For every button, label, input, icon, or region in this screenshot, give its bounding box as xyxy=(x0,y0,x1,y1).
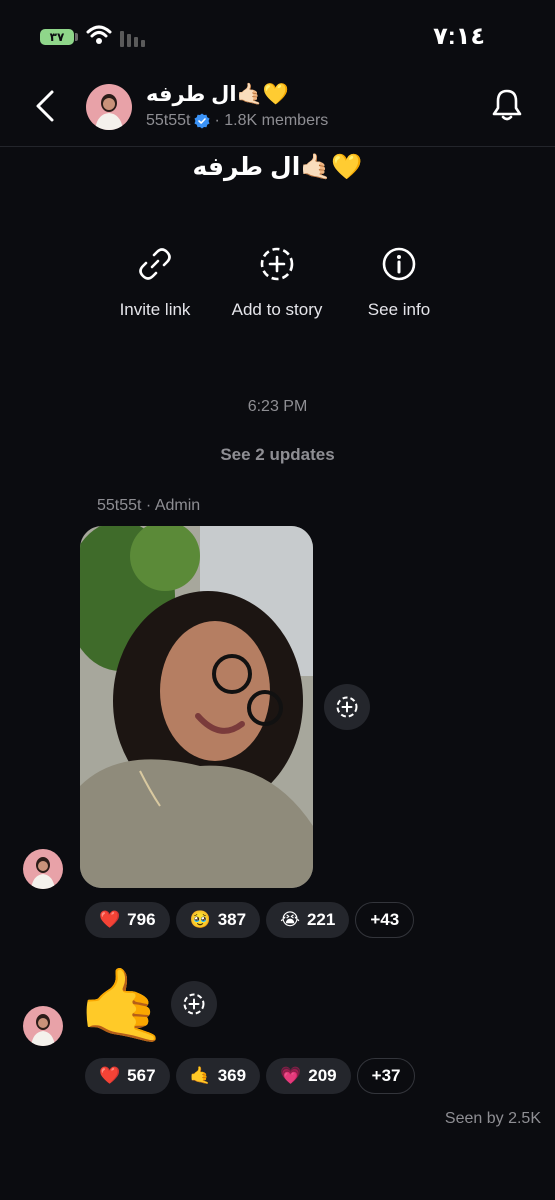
channel-avatar[interactable] xyxy=(86,84,132,130)
back-button[interactable] xyxy=(30,88,60,129)
reaction-emoji: 🤙 xyxy=(189,1066,211,1085)
post1-reactions: ❤️ 796 🥹 387 😭 221 +43 xyxy=(85,902,415,938)
more-reactions-count: +43 xyxy=(370,910,400,929)
reaction-pill[interactable]: 🥹 387 xyxy=(175,902,261,938)
add-to-story-icon xyxy=(260,247,294,281)
post2-emoji: 🤙 xyxy=(78,966,168,1046)
status-time: ٧:١٤ xyxy=(433,23,485,50)
post2-reactions: ❤️ 567 🤙 369 💗 209 +37 xyxy=(85,1058,416,1094)
invite-link-button[interactable]: Invite link xyxy=(90,246,220,320)
page-title: ال طرفه🤙🏻💛 xyxy=(192,153,363,181)
reaction-count: 369 xyxy=(217,1066,247,1085)
reaction-emoji: 😭 xyxy=(280,910,300,929)
reaction-pill[interactable]: 😭 221 xyxy=(266,902,350,938)
bell-icon xyxy=(492,89,522,121)
seen-by-count[interactable]: Seen by 2.5K xyxy=(445,1110,541,1128)
more-reactions-pill[interactable]: +43 xyxy=(355,902,415,938)
battery-level: ٣٧ xyxy=(49,30,65,44)
sender-avatar[interactable] xyxy=(23,1006,63,1046)
reaction-count: 221 xyxy=(306,910,336,929)
channel-name[interactable]: ال طرفه🤙🏻💛 xyxy=(146,82,289,107)
share-post-button[interactable] xyxy=(171,981,217,1027)
reaction-count: 209 xyxy=(308,1066,337,1085)
invite-link-label: Invite link xyxy=(119,300,191,319)
channel-subline: 55t55t · 1.8K members xyxy=(146,112,328,130)
reaction-count: 567 xyxy=(127,1066,156,1085)
chevron-left-icon xyxy=(36,90,54,122)
add-to-story-icon xyxy=(183,993,205,1015)
see-updates-link[interactable]: See 2 updates xyxy=(0,445,555,465)
cellular-signal-icon xyxy=(120,29,145,47)
add-to-story-icon xyxy=(336,696,358,718)
add-to-story-label: Add to story xyxy=(231,300,323,319)
reaction-pill[interactable]: ❤️ 796 xyxy=(85,902,170,938)
reaction-pill[interactable]: 💗 209 xyxy=(266,1058,351,1094)
link-icon xyxy=(139,248,171,280)
share-post-button[interactable] xyxy=(324,684,370,730)
battery-indicator: ٣٧ xyxy=(40,29,74,45)
see-info-button[interactable]: See info xyxy=(334,246,464,320)
reaction-pill[interactable]: 🤙 369 xyxy=(175,1058,261,1094)
more-reactions-pill[interactable]: +37 xyxy=(356,1058,416,1094)
wifi-icon xyxy=(86,24,112,51)
info-icon xyxy=(382,247,416,281)
more-reactions-count: +37 xyxy=(371,1066,401,1085)
add-to-story-button[interactable]: Add to story xyxy=(212,246,342,320)
reaction-emoji: 🥹 xyxy=(189,910,211,929)
message-sender: 55t55t · Admin xyxy=(97,497,201,514)
post-photo[interactable] xyxy=(80,526,313,888)
see-info-label: See info xyxy=(367,300,431,319)
battery-cap xyxy=(75,33,78,41)
reaction-count: 387 xyxy=(217,910,247,929)
reaction-pill[interactable]: ❤️ 567 xyxy=(85,1058,170,1094)
verified-badge-icon xyxy=(194,113,210,129)
reaction-emoji: ❤️ xyxy=(99,1066,121,1085)
reaction-emoji: ❤️ xyxy=(99,910,121,929)
notifications-button[interactable] xyxy=(491,88,523,127)
reaction-count: 796 xyxy=(127,910,156,929)
message-timestamp: 6:23 PM xyxy=(247,398,308,415)
sender-avatar[interactable] xyxy=(23,849,63,889)
reaction-emoji: 💗 xyxy=(280,1066,302,1085)
channel-username: 55t55t xyxy=(146,112,191,129)
member-count: · 1.8K members xyxy=(214,112,329,129)
header-divider xyxy=(0,146,555,147)
